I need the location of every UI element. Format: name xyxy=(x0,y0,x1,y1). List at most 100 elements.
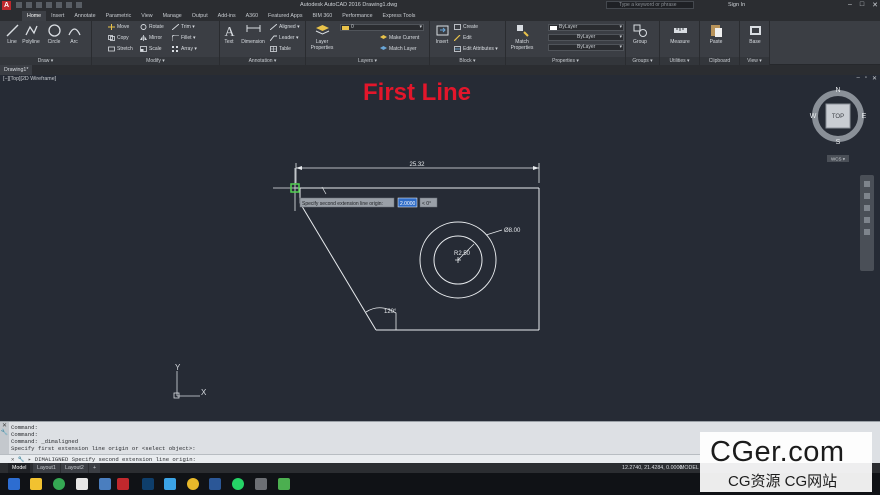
search-input[interactable]: Type a keyword or phrase xyxy=(606,1,694,9)
word-icon[interactable] xyxy=(209,478,221,490)
drawing-canvas[interactable]: 25.32 R2.50 Ø8.00 120° Specify second ex… xyxy=(0,75,880,421)
print-icon[interactable] xyxy=(56,2,62,8)
new-icon[interactable] xyxy=(16,2,22,8)
photoshop-icon[interactable] xyxy=(142,478,154,490)
redo-icon[interactable] xyxy=(76,2,82,8)
make-current-button[interactable]: Make Current xyxy=(380,34,419,42)
file-explorer-icon[interactable] xyxy=(30,478,42,490)
tab-output[interactable]: Output xyxy=(187,11,213,21)
array-button[interactable]: Array ▾ xyxy=(172,45,197,53)
zoom-extents-icon[interactable] xyxy=(864,205,870,211)
layers-panel-title[interactable]: Layers ▾ xyxy=(306,57,429,65)
dimension-button[interactable]: Dimension xyxy=(240,23,266,45)
groups-panel-title[interactable]: Groups ▾ xyxy=(626,57,659,65)
viewport-restore-icon[interactable]: ▫ xyxy=(865,75,867,82)
clipboard-panel-title[interactable]: Clipboard xyxy=(700,57,739,65)
open-icon[interactable] xyxy=(26,2,32,8)
maximize-icon[interactable]: □ xyxy=(860,1,864,9)
save-icon[interactable] xyxy=(36,2,42,8)
model-space-toggle[interactable]: MODEL xyxy=(680,463,699,473)
lineweight-dropdown[interactable]: ByLayer xyxy=(548,34,624,41)
taskbar-app-icon[interactable] xyxy=(164,478,176,490)
chrome-icon[interactable] xyxy=(187,478,199,490)
taskbar-app-icon[interactable] xyxy=(255,478,267,490)
trim-button[interactable]: Trim ▾ xyxy=(172,23,195,31)
navigation-bar[interactable] xyxy=(860,175,874,271)
tab-performance[interactable]: Performance xyxy=(337,11,377,21)
layer-dropdown[interactable]: 0 xyxy=(340,24,424,31)
match-properties-button[interactable]: Match Properties xyxy=(508,23,536,51)
full-navigation-wheel-icon[interactable] xyxy=(864,181,870,187)
table-button[interactable]: Table xyxy=(270,45,291,53)
view-panel-title[interactable]: View ▾ xyxy=(740,57,769,65)
rotate-button[interactable]: Rotate xyxy=(140,23,164,31)
viewcube[interactable]: TOP N S W E WCS ▾ xyxy=(810,87,867,162)
copy-button[interactable]: Copy xyxy=(108,34,129,42)
linetype-dropdown[interactable]: ByLayer xyxy=(548,44,624,51)
autocad-taskbar-icon[interactable] xyxy=(117,478,129,490)
minimize-icon[interactable]: – xyxy=(848,1,852,9)
drawing-viewport[interactable]: 25.32 R2.50 Ø8.00 120° Specify second ex… xyxy=(0,75,880,421)
tab-parametric[interactable]: Parametric xyxy=(101,11,137,21)
tab-manage[interactable]: Manage xyxy=(158,11,187,21)
sign-in-button[interactable]: Sign In xyxy=(728,2,745,8)
tab-a360[interactable]: A360 xyxy=(241,11,263,21)
tab-model[interactable]: Model xyxy=(8,463,31,473)
viewport-controls-label[interactable]: [−][Top][2D Wireframe] xyxy=(3,76,56,82)
compass-north[interactable]: N xyxy=(835,87,840,94)
taskbar-app-icon[interactable] xyxy=(99,478,111,490)
measure-button[interactable]: Measure xyxy=(665,23,695,45)
tab-home[interactable]: Home xyxy=(22,11,47,21)
group-button[interactable]: Group xyxy=(628,23,652,45)
leader-button[interactable]: Leader ▾ xyxy=(270,34,298,42)
insert-button[interactable]: Insert xyxy=(430,23,454,45)
text-button[interactable]: A Text xyxy=(217,23,241,45)
compass-east[interactable]: E xyxy=(862,113,867,120)
base-view-button[interactable]: Base xyxy=(743,23,767,45)
match-layer-button[interactable]: Match Layer xyxy=(380,45,417,53)
file-tab-drawing1[interactable]: Drawing1* xyxy=(0,65,33,75)
polyline-button[interactable]: Polyline xyxy=(19,23,43,45)
scale-button[interactable]: Scale xyxy=(140,45,162,53)
edit-block-button[interactable]: Edit xyxy=(454,34,472,42)
compass-south[interactable]: S xyxy=(836,139,841,146)
paste-button[interactable]: Paste xyxy=(704,23,728,45)
save-as-icon[interactable] xyxy=(46,2,52,8)
close-icon[interactable]: ✕ xyxy=(872,1,878,9)
orbit-icon[interactable] xyxy=(864,217,870,223)
utilities-panel-title[interactable]: Utilities ▾ xyxy=(660,57,699,65)
tab-add-ins[interactable]: Add-ins xyxy=(213,11,241,21)
viewport-close-icon[interactable]: ✕ xyxy=(872,75,877,82)
undo-icon[interactable] xyxy=(66,2,72,8)
tab-view[interactable]: View xyxy=(136,11,157,21)
tooltip-angle-input[interactable]: < 0° xyxy=(422,201,431,207)
tab-insert[interactable]: Insert xyxy=(46,11,69,21)
stretch-button[interactable]: Stretch xyxy=(108,45,133,53)
tab-annotate[interactable]: Annotate xyxy=(69,11,100,21)
create-block-button[interactable]: Create xyxy=(454,23,478,31)
add-layout-button[interactable]: + xyxy=(89,463,101,473)
aligned-button[interactable]: Aligned ▾ xyxy=(270,23,300,31)
layer-properties-button[interactable]: Layer Properties xyxy=(308,23,336,51)
taskbar-app-icon[interactable] xyxy=(76,478,88,490)
block-panel-title[interactable]: Block ▾ xyxy=(430,57,505,65)
fillet-button[interactable]: Fillet ▾ xyxy=(172,34,195,42)
tab-featured-apps[interactable]: Featured Apps xyxy=(263,11,307,21)
mirror-button[interactable]: Mirror xyxy=(140,34,162,42)
draw-panel-title[interactable]: Draw ▾ xyxy=(0,57,91,65)
color-dropdown[interactable]: ByLayer xyxy=(548,24,624,31)
compass-west[interactable]: W xyxy=(810,113,817,120)
move-button[interactable]: Move xyxy=(108,23,129,31)
edit-attributes-button[interactable]: Edit Attributes ▾ xyxy=(454,45,498,53)
viewport-minimize-icon[interactable]: – xyxy=(856,75,859,82)
pan-icon[interactable] xyxy=(864,193,870,199)
whatsapp-icon[interactable] xyxy=(232,478,244,490)
annotation-panel-title[interactable]: Annotation ▾ xyxy=(220,57,305,65)
showmotion-icon[interactable] xyxy=(864,229,870,235)
arc-button[interactable]: Arc xyxy=(62,23,86,45)
tab-layout2[interactable]: Layout2 xyxy=(61,463,88,473)
tab-layout1[interactable]: Layout1 xyxy=(33,463,60,473)
app-menu-button[interactable]: A xyxy=(2,1,11,10)
tooltip-distance-input[interactable]: 2.0000 xyxy=(400,201,416,207)
modify-panel-title[interactable]: Modify ▾ xyxy=(92,57,219,65)
